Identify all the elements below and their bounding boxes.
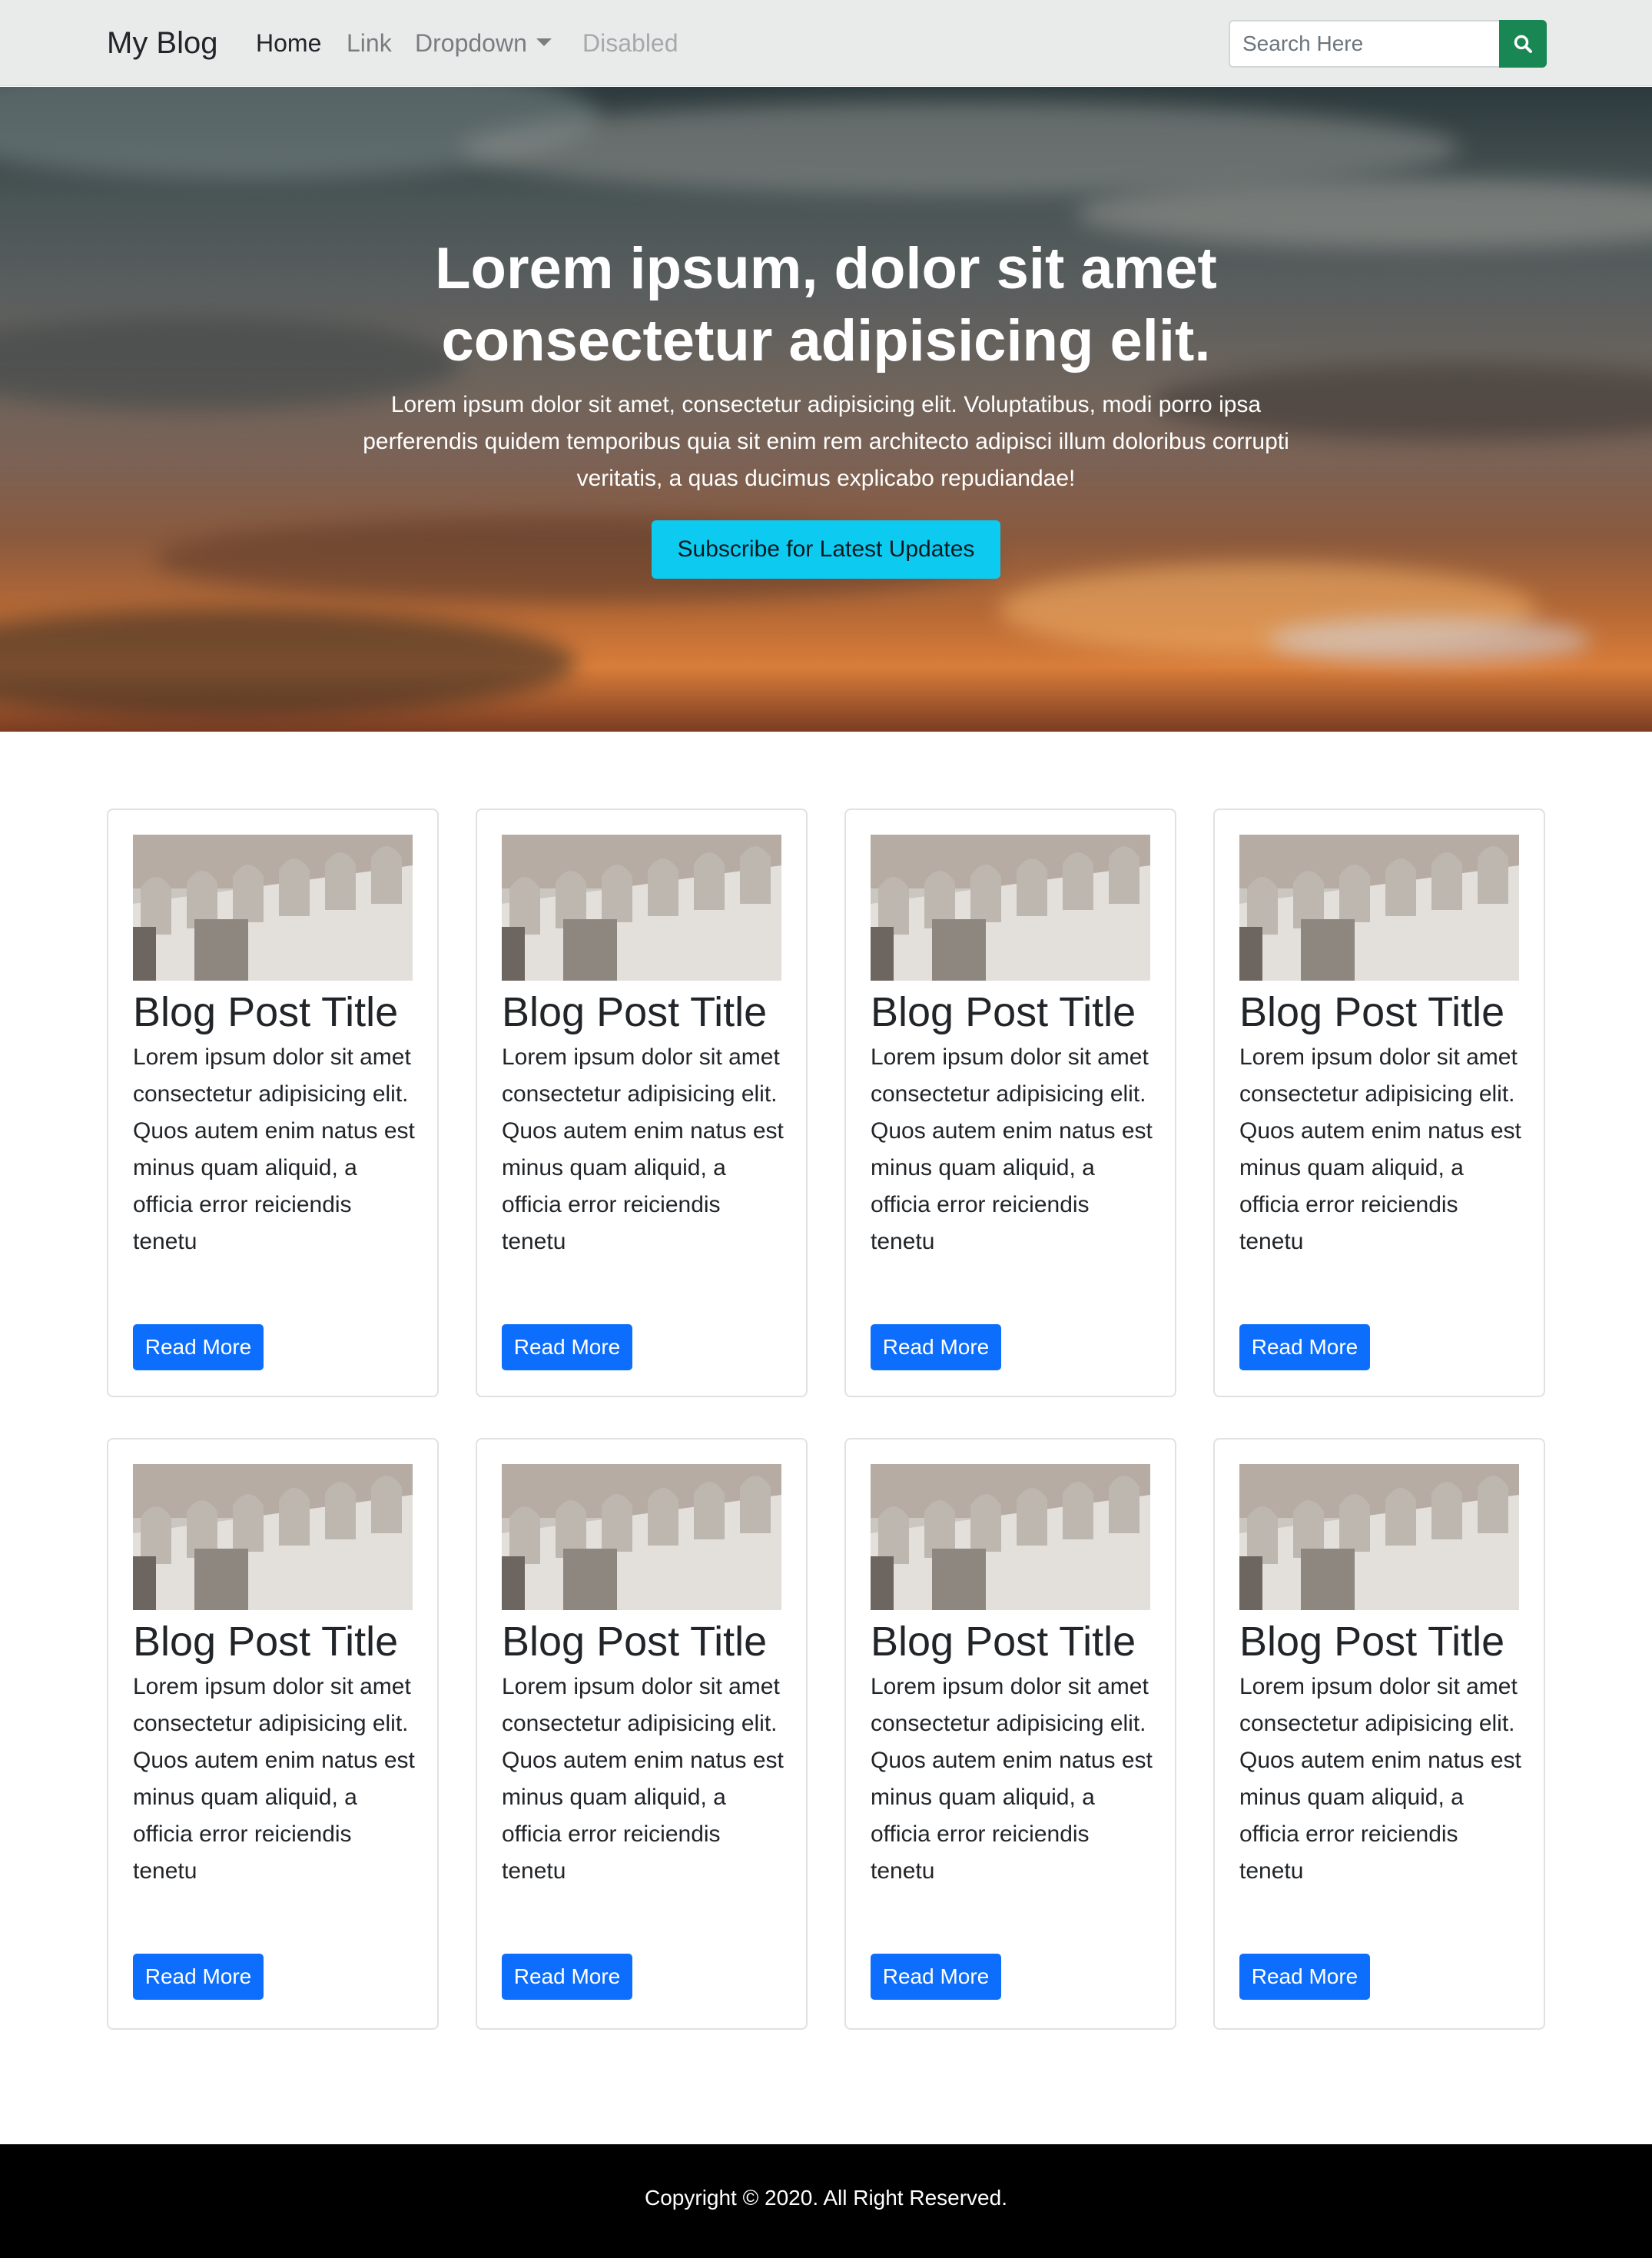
blog-post-title: Blog Post Title: [502, 1619, 768, 1665]
copyright-text: Copyright © 2020. All Right Reserved.: [645, 2186, 1007, 2210]
search-input[interactable]: [1229, 20, 1499, 68]
blog-post-image: [502, 835, 781, 981]
blog-post-image: [133, 1464, 413, 1610]
blog-post-card: Blog Post Title Lorem ipsum dolor sit am…: [107, 1438, 439, 2030]
blog-post-image: [133, 835, 413, 981]
blog-post-excerpt: Lorem ipsum dolor sit amet consectetur a…: [502, 1674, 784, 1884]
read-more-button[interactable]: Read More: [502, 1954, 632, 2000]
blog-post-title: Blog Post Title: [1239, 1619, 1505, 1665]
blog-post-excerpt: Lorem ipsum dolor sit amet consectetur a…: [871, 1674, 1153, 1884]
blog-post-excerpt: Lorem ipsum dolor sit amet consectetur a…: [502, 1044, 784, 1254]
footer: Copyright © 2020. All Right Reserved.: [0, 2144, 1652, 2258]
caret-down-icon: [536, 38, 552, 46]
hero-title-line1: Lorem ipsum, dolor sit amet: [435, 236, 1217, 301]
search-button[interactable]: [1499, 20, 1547, 68]
blog-post-image: [871, 1464, 1150, 1610]
blog-post-excerpt: Lorem ipsum dolor sit amet consectetur a…: [871, 1044, 1153, 1254]
read-more-button[interactable]: Read More: [133, 1324, 264, 1370]
blog-post-excerpt: Lorem ipsum dolor sit amet consectetur a…: [133, 1044, 415, 1254]
nav-link-link[interactable]: Link: [347, 26, 392, 60]
blog-post-card: Blog Post Title Lorem ipsum dolor sit am…: [476, 809, 808, 1397]
blog-post-excerpt: Lorem ipsum dolor sit amet consectetur a…: [133, 1674, 415, 1884]
blog-post-image: [1239, 1464, 1519, 1610]
hero-banner: Lorem ipsum, dolor sit amet consectetur …: [0, 87, 1652, 732]
read-more-button[interactable]: Read More: [1239, 1324, 1370, 1370]
brand-logo[interactable]: My Blog: [107, 23, 218, 63]
blog-post-card: Blog Post Title Lorem ipsum dolor sit am…: [844, 809, 1176, 1397]
blog-post-title: Blog Post Title: [133, 1619, 399, 1665]
blog-post-card: Blog Post Title Lorem ipsum dolor sit am…: [107, 809, 439, 1397]
blog-post-title: Blog Post Title: [133, 989, 399, 1035]
read-more-button[interactable]: Read More: [871, 1954, 1001, 2000]
blog-post-title: Blog Post Title: [502, 989, 768, 1035]
blog-post-card: Blog Post Title Lorem ipsum dolor sit am…: [476, 1438, 808, 2030]
nav-link-home[interactable]: Home: [256, 26, 321, 60]
blog-post-title: Blog Post Title: [871, 989, 1136, 1035]
blog-post-image: [502, 1464, 781, 1610]
subscribe-button[interactable]: Subscribe for Latest Updates: [652, 520, 1000, 579]
blog-post-excerpt: Lorem ipsum dolor sit amet consectetur a…: [1239, 1674, 1521, 1884]
hero-title-line2: consectetur adipisicing elit.: [441, 308, 1211, 374]
nav-link-disabled: Disabled: [582, 29, 678, 57]
blog-post-excerpt: Lorem ipsum dolor sit amet consectetur a…: [1239, 1044, 1521, 1254]
read-more-button[interactable]: Read More: [133, 1954, 264, 2000]
blog-post-card: Blog Post Title Lorem ipsum dolor sit am…: [1213, 1438, 1545, 2030]
search-icon: [1514, 35, 1532, 53]
navbar: My Blog Home Link Dropdown Disabled: [0, 0, 1652, 86]
blog-post-card: Blog Post Title Lorem ipsum dolor sit am…: [1213, 809, 1545, 1397]
read-more-button[interactable]: Read More: [1239, 1954, 1370, 2000]
blog-post-title: Blog Post Title: [1239, 989, 1505, 1035]
blog-post-card: Blog Post Title Lorem ipsum dolor sit am…: [844, 1438, 1176, 2030]
blog-post-title: Blog Post Title: [871, 1619, 1136, 1665]
nav-dropdown[interactable]: Dropdown: [415, 26, 552, 60]
blog-post-image: [1239, 835, 1519, 981]
read-more-button[interactable]: Read More: [502, 1324, 632, 1370]
blog-post-image: [871, 835, 1150, 981]
nav-dropdown-label: Dropdown: [415, 29, 527, 57]
read-more-button[interactable]: Read More: [871, 1324, 1001, 1370]
hero-title: Lorem ipsum, dolor sit amet consectetur …: [0, 233, 1652, 377]
hero-description: Lorem ipsum dolor sit amet, consectetur …: [363, 392, 1289, 491]
